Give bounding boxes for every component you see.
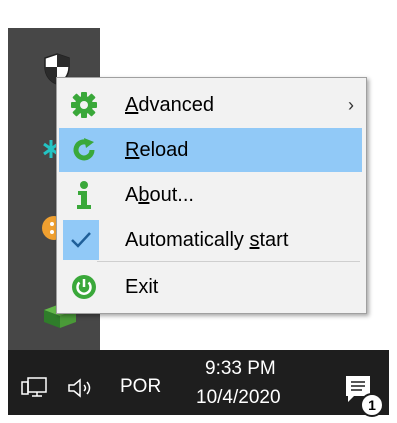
volume-icon[interactable] bbox=[66, 376, 100, 400]
notification-count-badge: 1 bbox=[360, 393, 384, 417]
clock-time[interactable]: 9:33 PM bbox=[205, 358, 276, 380]
tray-context-menu: Advanced › Reload About... Automatically… bbox=[56, 77, 367, 314]
menu-item-about[interactable]: About... bbox=[59, 173, 362, 217]
info-icon bbox=[69, 180, 99, 210]
clock-date[interactable]: 10/4/2020 bbox=[196, 387, 281, 409]
reload-icon bbox=[69, 135, 99, 165]
menu-item-label: Advanced bbox=[125, 94, 214, 116]
menu-item-exit[interactable]: Exit bbox=[59, 265, 362, 309]
gear-icon bbox=[69, 90, 99, 120]
chevron-right-icon: › bbox=[348, 95, 354, 115]
menu-item-advanced[interactable]: Advanced › bbox=[59, 83, 362, 127]
menu-item-label: Automatically start bbox=[125, 229, 289, 251]
menu-separator bbox=[97, 261, 360, 262]
menu-item-label: Exit bbox=[125, 276, 159, 298]
input-language-indicator[interactable]: POR bbox=[120, 376, 161, 398]
power-icon bbox=[69, 272, 99, 302]
taskbar: POR 9:33 PM 10/4/2020 1 bbox=[8, 350, 389, 417]
menu-item-label: About... bbox=[125, 184, 194, 206]
menu-item-reload[interactable]: Reload bbox=[59, 128, 362, 172]
menu-item-automatically-start[interactable]: Automatically start bbox=[59, 218, 362, 262]
menu-item-label: Reload bbox=[125, 139, 189, 161]
check-icon bbox=[63, 220, 99, 260]
network-icon[interactable] bbox=[20, 376, 50, 400]
